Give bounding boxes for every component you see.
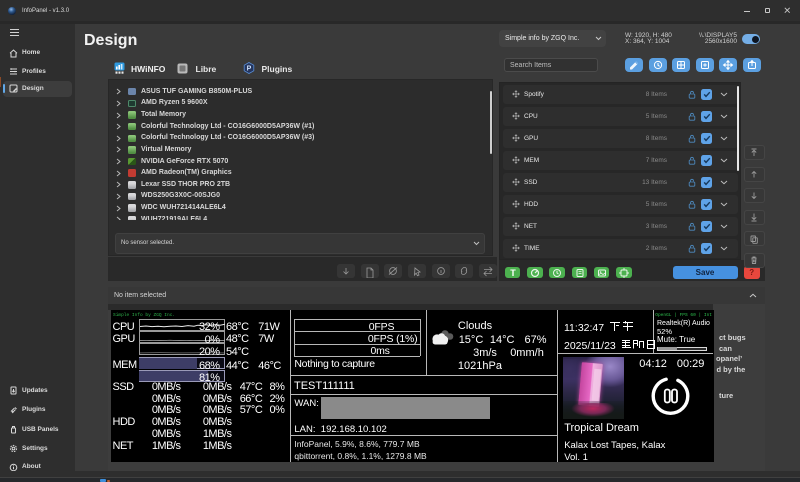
svg-text:P: P <box>247 66 252 73</box>
svg-text:T: T <box>510 268 516 278</box>
